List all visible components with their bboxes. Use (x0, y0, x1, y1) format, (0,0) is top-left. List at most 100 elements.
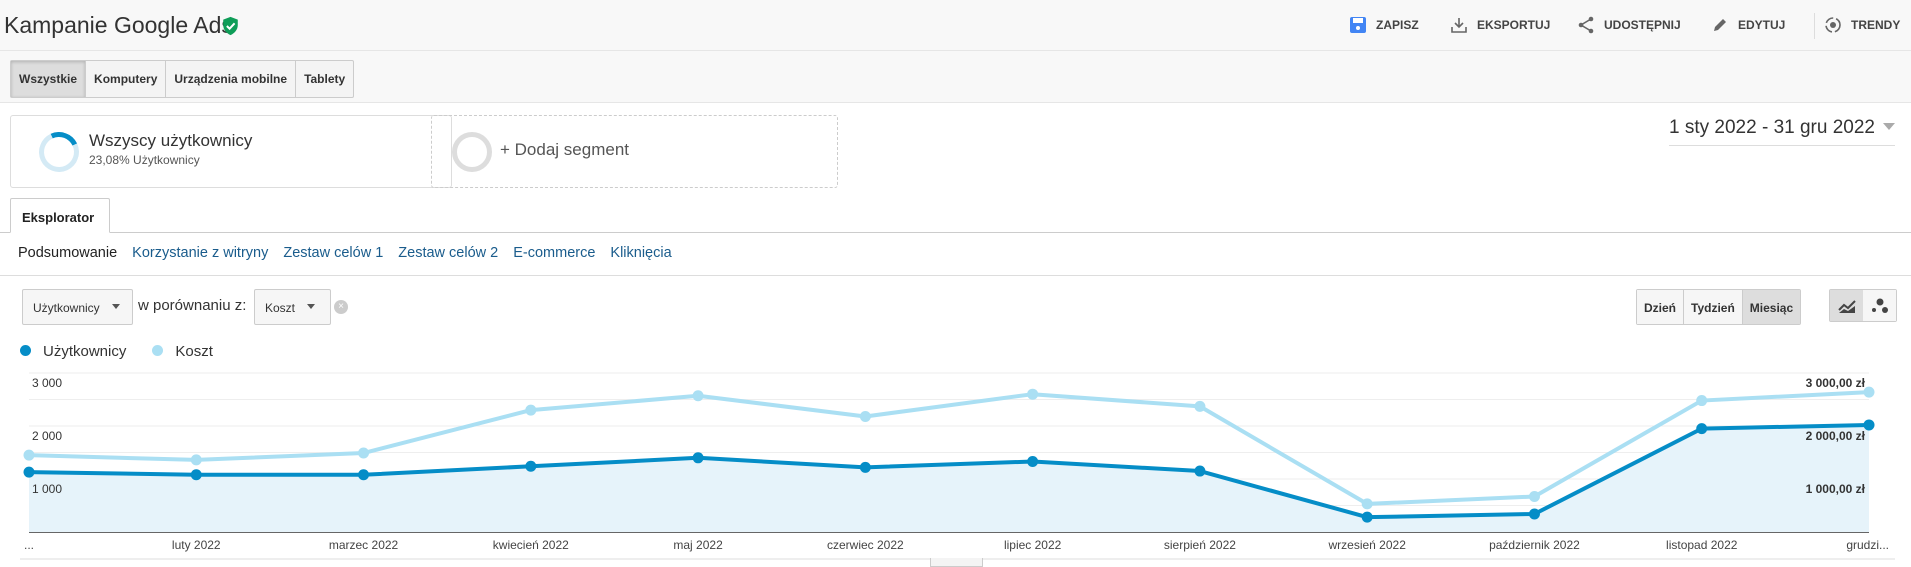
remove-comparison-icon[interactable]: × (334, 300, 348, 314)
users-area (29, 424, 1869, 532)
cost-point (692, 390, 704, 402)
share-label: UDOSTĘPNIJ (1604, 18, 1681, 32)
line-chart: 1 000 2 000 3 000 1 000,00 zł 2 000,00 zł 3 0… (20, 372, 1895, 560)
metric1-value: Użytkownicy (33, 301, 100, 315)
legend-label: Koszt (175, 343, 213, 360)
segment-all-users[interactable]: Wszyscy użytkownicy 23,08% Użytkownicy (10, 115, 452, 188)
period-month-button[interactable]: Miesiąc (1742, 290, 1801, 324)
collapse-chart-handle[interactable] (930, 558, 983, 567)
x-axis-label: luty 2022 (172, 538, 221, 552)
verified-shield-icon (223, 16, 238, 36)
chevron-down-icon (307, 304, 316, 313)
users-point (525, 460, 537, 472)
download-icon (1451, 18, 1467, 33)
divider (1814, 13, 1815, 39)
x-axis-label: sierpień 2022 (1164, 538, 1236, 552)
subtab-goal-set-1[interactable]: Zestaw celów 1 (283, 245, 383, 261)
device-tab-desktop[interactable]: Komputery (86, 61, 167, 97)
divider (0, 275, 1911, 276)
share-icon (1578, 16, 1594, 34)
trends-icon (1825, 17, 1841, 33)
cost-dot-icon (152, 345, 164, 356)
divider (0, 232, 1911, 233)
period-week-button[interactable]: Tydzień (1684, 290, 1743, 324)
explorer-subtabs: Podsumowanie Korzystanie z witryny Zesta… (18, 245, 672, 261)
subtab-goal-set-2[interactable]: Zestaw celów 2 (398, 245, 498, 261)
x-axis-label: listopad 2022 (1666, 538, 1738, 552)
users-point (1863, 419, 1875, 431)
subtab-summary[interactable]: Podsumowanie (18, 245, 117, 261)
device-tab-mobile[interactable]: Urządzenia mobilne (166, 61, 297, 97)
cost-point (525, 404, 537, 416)
tab-explorer[interactable]: Eksplorator (10, 198, 110, 233)
cost-point (1696, 395, 1708, 407)
motion-chart-button[interactable] (1863, 290, 1896, 321)
left-axis-tick: 2 000 (32, 429, 62, 443)
chevron-down-icon (111, 304, 120, 313)
users-point (1528, 508, 1540, 520)
cost-point (859, 410, 871, 422)
device-tab-tablet[interactable]: Tablety (296, 61, 353, 97)
export-button[interactable]: EKSPORTUJ (1450, 16, 1550, 34)
save-icon (1350, 17, 1366, 33)
metric2-value: Koszt (265, 301, 296, 315)
metric1-select[interactable]: Użytkownicy (22, 289, 133, 325)
compare-label: w porównaniu z: (138, 297, 247, 314)
save-button[interactable]: ZAPISZ (1349, 16, 1419, 34)
chart-legend: Użytkownicy Koszt (20, 343, 213, 360)
share-button[interactable]: UDOSTĘPNIJ (1577, 16, 1681, 34)
right-axis-tick: 3 000,00 zł (1806, 376, 1866, 390)
legend-item-cost[interactable]: Koszt (152, 343, 213, 360)
chart-type-selector (1829, 289, 1897, 322)
period-selector: Dzień Tydzień Miesiąc (1636, 289, 1802, 325)
users-point (692, 452, 704, 464)
users-dot-icon (20, 345, 31, 356)
edit-label: EDYTUJ (1738, 18, 1786, 32)
right-axis-tick: 1 000,00 zł (1806, 482, 1866, 496)
x-axis-label: czerwiec 2022 (827, 538, 904, 552)
cost-point (1361, 498, 1373, 510)
legend-label: Użytkownicy (43, 343, 127, 360)
cost-point (23, 449, 35, 461)
left-axis-tick: 1 000 (32, 482, 62, 496)
cost-point (1863, 386, 1875, 398)
users-point (1027, 456, 1039, 468)
pencil-icon (1714, 19, 1726, 31)
left-axis-tick: 3 000 (32, 376, 62, 390)
add-segment-button[interactable]: + Dodaj segment (431, 115, 838, 188)
legend-item-users[interactable]: Użytkownicy (20, 343, 126, 360)
right-axis-tick: 2 000,00 zł (1806, 429, 1866, 443)
cost-point (1027, 388, 1039, 400)
x-axis-label: ... (24, 538, 34, 552)
x-axis-label: wrzesień 2022 (1327, 538, 1406, 552)
edit-button[interactable]: EDYTUJ (1711, 16, 1785, 34)
subtab-site-usage[interactable]: Korzystanie z witryny (132, 245, 268, 261)
cost-point (358, 447, 370, 459)
segment-ring-icon (33, 126, 85, 178)
cost-point (1528, 490, 1540, 502)
segment-name: Wszyscy użytkownicy (89, 131, 253, 150)
segment-detail: 23,08% Użytkownicy (89, 153, 200, 167)
export-label: EKSPORTUJ (1477, 18, 1551, 32)
device-tab-all[interactable]: Wszystkie (11, 61, 87, 97)
date-range-picker[interactable]: 1 sty 2022 - 31 gru 2022 (1669, 117, 1895, 146)
device-tabs: Wszystkie Komputery Urządzenia mobilne T… (10, 60, 355, 98)
line-chart-icon (1837, 299, 1856, 313)
period-day-button[interactable]: Dzień (1637, 290, 1685, 324)
trends-button[interactable]: TRENDY (1824, 16, 1900, 34)
users-point (1696, 423, 1708, 435)
metric2-select[interactable]: Koszt (254, 289, 331, 325)
trends-label: TRENDY (1851, 18, 1901, 32)
subtab-ecommerce[interactable]: E-commerce (513, 245, 595, 261)
users-point (23, 466, 35, 478)
bubble-chart-icon (1871, 298, 1888, 313)
cost-point (190, 454, 202, 466)
users-point (1194, 465, 1206, 477)
line-chart-button[interactable] (1830, 290, 1863, 321)
add-segment-label: + Dodaj segment (500, 140, 629, 159)
users-point (358, 469, 370, 481)
subtab-clicks[interactable]: Kliknięcia (610, 245, 671, 261)
save-label: ZAPISZ (1376, 18, 1419, 32)
users-point (1361, 511, 1373, 523)
x-axis-label: marzec 2022 (329, 538, 399, 552)
